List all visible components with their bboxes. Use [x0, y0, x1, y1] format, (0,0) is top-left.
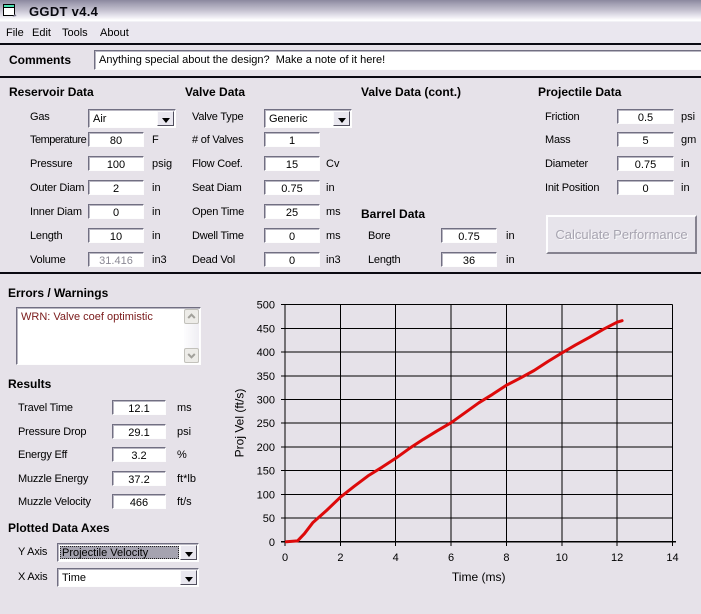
- svg-text:12: 12: [611, 552, 623, 564]
- svg-text:6: 6: [448, 552, 454, 564]
- svg-text:100: 100: [257, 489, 275, 501]
- svg-text:0: 0: [269, 537, 275, 549]
- svg-text:450: 450: [257, 323, 275, 335]
- svg-text:350: 350: [257, 371, 275, 383]
- svg-text:300: 300: [257, 395, 275, 407]
- svg-text:500: 500: [257, 300, 275, 312]
- svg-text:Proj Vel (ft/s): Proj Vel (ft/s): [233, 389, 247, 458]
- svg-text:Time (ms): Time (ms): [452, 570, 506, 584]
- svg-text:10: 10: [556, 552, 568, 564]
- svg-text:2: 2: [337, 552, 343, 564]
- svg-text:0: 0: [282, 552, 288, 564]
- svg-text:14: 14: [666, 552, 678, 564]
- svg-text:8: 8: [503, 552, 509, 564]
- svg-text:400: 400: [257, 347, 275, 359]
- svg-text:150: 150: [257, 466, 275, 478]
- svg-text:4: 4: [393, 552, 399, 564]
- svg-text:250: 250: [257, 418, 275, 430]
- svg-text:200: 200: [257, 442, 275, 454]
- svg-text:50: 50: [263, 513, 275, 525]
